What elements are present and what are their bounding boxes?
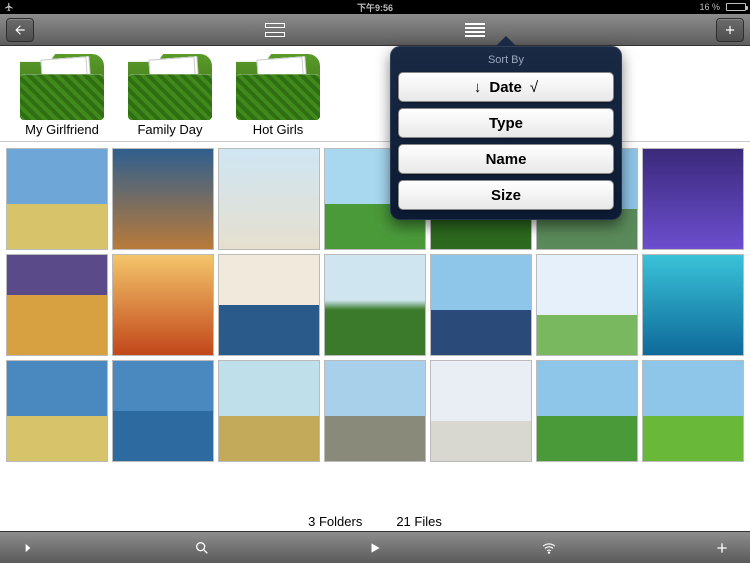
thumbnails-grid (0, 142, 750, 462)
thumbnail[interactable] (218, 360, 320, 462)
plus-button[interactable] (710, 540, 734, 556)
thumbnail[interactable] (112, 148, 214, 250)
sort-option-label: Size (491, 187, 521, 204)
sort-option-size[interactable]: Size (398, 180, 614, 210)
thumbnail[interactable] (536, 254, 638, 356)
folder-icon (236, 54, 320, 120)
folder-item[interactable]: Family Day (128, 54, 212, 137)
battery-percent: 16 % (699, 2, 720, 12)
sort-direction-icon: ↓ (474, 79, 482, 96)
sort-popover: Sort By ↓ Date √ Type Name Size (390, 46, 622, 220)
folder-item[interactable]: My Girlfriend (20, 54, 104, 137)
sort-option-label: Name (486, 151, 527, 168)
folder-label: Hot Girls (236, 122, 320, 137)
view-list-button[interactable] (465, 23, 485, 37)
thumbnail[interactable] (6, 360, 108, 462)
add-button[interactable] (716, 18, 744, 42)
thumbnail[interactable] (642, 254, 744, 356)
content-area: My Girlfriend Family Day Hot Girls (0, 46, 750, 511)
status-bar: 下午9:56 16 % (0, 0, 750, 14)
folder-icon (20, 54, 104, 120)
folders-count: 3 Folders (308, 514, 362, 529)
sort-option-label: Date (489, 79, 522, 96)
folder-icon (128, 54, 212, 120)
folders-row: My Girlfriend Family Day Hot Girls (0, 46, 750, 142)
sort-option-name[interactable]: Name (398, 144, 614, 174)
back-button[interactable] (6, 18, 34, 42)
thumbnail[interactable] (218, 254, 320, 356)
sort-option-label: Type (489, 115, 523, 132)
sort-popover-title: Sort By (398, 54, 614, 66)
thumbnail[interactable] (324, 360, 426, 462)
thumbnail[interactable] (430, 254, 532, 356)
footer-counts: 3 Folders 21 Files (0, 511, 750, 531)
thumbnail[interactable] (112, 360, 214, 462)
rows-icon (265, 23, 285, 37)
checkmark-icon: √ (530, 79, 538, 96)
list-icon (465, 23, 485, 37)
files-count: 21 Files (396, 514, 442, 529)
folder-label: My Girlfriend (20, 122, 104, 137)
folder-label: Family Day (128, 122, 212, 137)
folder-item[interactable]: Hot Girls (236, 54, 320, 137)
bottom-toolbar (0, 531, 750, 563)
top-toolbar (0, 14, 750, 46)
thumbnail[interactable] (218, 148, 320, 250)
thumbnail[interactable] (6, 148, 108, 250)
wifi-button[interactable] (537, 541, 561, 555)
airplane-mode-icon (4, 2, 14, 12)
play-button[interactable] (363, 541, 387, 555)
status-time: 下午9:56 (357, 1, 393, 14)
sort-option-type[interactable]: Type (398, 108, 614, 138)
thumbnail[interactable] (642, 148, 744, 250)
battery-icon (726, 3, 746, 11)
thumbnail[interactable] (430, 360, 532, 462)
thumbnail[interactable] (324, 254, 426, 356)
thumbnail[interactable] (642, 360, 744, 462)
forward-button[interactable] (16, 541, 40, 555)
sort-option-date[interactable]: ↓ Date √ (398, 72, 614, 102)
thumbnail[interactable] (6, 254, 108, 356)
thumbnail[interactable] (112, 254, 214, 356)
thumbnail[interactable] (536, 360, 638, 462)
search-button[interactable] (190, 540, 214, 556)
view-grid-button[interactable] (265, 23, 285, 37)
